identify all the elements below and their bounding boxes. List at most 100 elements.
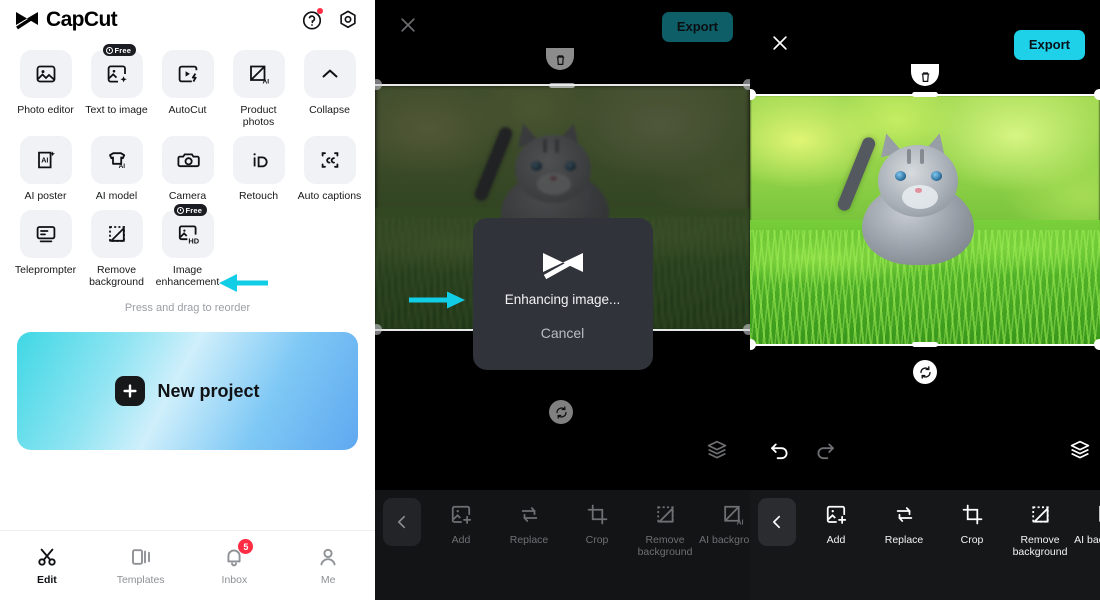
clock-icon bbox=[105, 46, 113, 54]
tool-label: AI poster bbox=[24, 190, 67, 202]
retouch-icon bbox=[253, 153, 268, 168]
arrow-to-image-enhancement bbox=[219, 274, 268, 292]
toolbar-label: Replace bbox=[884, 534, 924, 546]
layers-icon[interactable] bbox=[1068, 438, 1094, 464]
nav-item-templates[interactable]: Templates bbox=[94, 531, 188, 600]
person-icon bbox=[320, 548, 336, 566]
templates-icon bbox=[131, 549, 150, 565]
toolbar-label: Add bbox=[826, 534, 846, 546]
toolbar-items: Add Replace Crop bbox=[802, 498, 1100, 558]
editor-toolbar: Add Replace Crop bbox=[750, 490, 1100, 600]
nav-label: Me bbox=[320, 574, 336, 586]
tool-ai-model[interactable]: AI AI model bbox=[81, 130, 152, 202]
chevron-left-icon[interactable] bbox=[383, 498, 421, 546]
tool-remove-background[interactable]: Remove background bbox=[81, 204, 152, 288]
chevron-left-icon[interactable] bbox=[758, 498, 796, 546]
selection-handle-right-top[interactable] bbox=[1094, 89, 1100, 100]
tool-tile bbox=[90, 50, 143, 98]
layers-icon[interactable] bbox=[705, 438, 731, 464]
selection-handle-right-bottom[interactable] bbox=[1094, 339, 1100, 350]
toolbar-item-replace[interactable]: Replace bbox=[495, 498, 563, 558]
nav-label: Edit bbox=[36, 574, 57, 586]
delete-handle[interactable] bbox=[546, 48, 574, 70]
toolbar-label: Remove background bbox=[1012, 534, 1068, 558]
nav-item-me[interactable]: Me bbox=[281, 531, 375, 600]
enhancing-modal: Enhancing image... Cancel bbox=[472, 218, 653, 370]
nav-item-inbox[interactable]: 5 Inbox bbox=[188, 531, 282, 600]
selection-handle-right-top[interactable] bbox=[743, 79, 750, 90]
nav-item-edit[interactable]: Edit bbox=[0, 531, 94, 600]
tool-tile: HD bbox=[161, 210, 214, 258]
selection-handle-left-bottom[interactable] bbox=[375, 324, 382, 335]
tool-label: Image enhancement bbox=[155, 264, 220, 288]
photo-editor-icon bbox=[36, 65, 55, 83]
delete-handle[interactable] bbox=[911, 64, 939, 86]
export-button[interactable]: Export bbox=[661, 12, 733, 42]
tool-tile bbox=[19, 210, 72, 258]
inbox-badge: 5 bbox=[238, 539, 254, 554]
home-header: CapCut bbox=[0, 0, 375, 40]
tool-text-to-image[interactable]: Free Text to image bbox=[81, 44, 152, 128]
editor-topbar: Export bbox=[750, 0, 1100, 70]
tool-autocut[interactable]: AutoCut bbox=[152, 44, 223, 128]
selection-top-handle[interactable] bbox=[912, 92, 938, 97]
autocut-icon bbox=[178, 65, 197, 83]
toolbar-label: Add bbox=[451, 534, 471, 546]
rotate-handle[interactable] bbox=[549, 400, 573, 424]
tool-label: Remove background bbox=[89, 264, 144, 288]
toolbar-item-add[interactable]: Add bbox=[427, 498, 495, 558]
tool-label: Product photos bbox=[240, 104, 277, 128]
toolbar-item-ai-background[interactable]: AI AI background bbox=[1074, 498, 1100, 558]
selection-handle-left-bottom[interactable] bbox=[750, 339, 756, 350]
svg-text:AI: AI bbox=[118, 163, 125, 170]
redo-icon[interactable] bbox=[813, 438, 839, 464]
tool-auto-captions[interactable]: Auto captions bbox=[294, 130, 365, 202]
tool-camera[interactable]: Camera bbox=[152, 130, 223, 202]
tool-photo-editor[interactable]: Photo editor bbox=[10, 44, 81, 128]
free-badge-label: Free bbox=[185, 205, 203, 215]
tool-ai-poster[interactable]: AI AI poster bbox=[10, 130, 81, 202]
modal-cancel-button[interactable]: Cancel bbox=[541, 325, 585, 341]
rotate-handle[interactable] bbox=[913, 360, 937, 384]
image-preview-enhanced[interactable] bbox=[750, 95, 1100, 345]
tool-tile bbox=[232, 136, 285, 184]
home-screen: CapCut Photo editor Free Text to image A… bbox=[0, 0, 375, 600]
toolbar-item-remove-background[interactable]: Remove background bbox=[1006, 498, 1074, 558]
selection-handle-right-bottom[interactable] bbox=[743, 324, 750, 335]
close-icon[interactable] bbox=[769, 32, 791, 54]
toolbar-item-ai-background[interactable]: AI AI background bbox=[699, 498, 750, 558]
tool-teleprompter[interactable]: Teleprompter bbox=[10, 204, 81, 288]
capcut-logo: CapCut bbox=[14, 8, 118, 32]
export-button[interactable]: Export bbox=[1013, 30, 1085, 60]
capcut-logo-text: CapCut bbox=[46, 8, 118, 31]
selection-bottom-handle[interactable] bbox=[912, 342, 938, 347]
tool-tile bbox=[19, 50, 72, 98]
tool-label: AutoCut bbox=[168, 104, 207, 116]
tool-image-enhancement[interactable]: Free HD Image enhancement bbox=[152, 204, 223, 288]
svg-text:AI: AI bbox=[736, 519, 743, 526]
toolbar-item-add[interactable]: Add bbox=[802, 498, 870, 558]
tool-collapse[interactable]: Collapse bbox=[294, 44, 365, 128]
tool-tile: AI bbox=[90, 136, 143, 184]
selection-top-handle[interactable] bbox=[549, 83, 575, 88]
toolbar-item-crop[interactable]: Crop bbox=[938, 498, 1006, 558]
toolbar-label: AI background bbox=[699, 534, 750, 546]
tool-tile: AI bbox=[19, 136, 72, 184]
toolbar-item-replace[interactable]: Replace bbox=[870, 498, 938, 558]
tool-label: Camera bbox=[168, 190, 207, 202]
help-circle-icon[interactable] bbox=[299, 7, 325, 33]
kitten-photo bbox=[750, 95, 1100, 345]
new-project-button[interactable]: New project bbox=[17, 332, 358, 450]
ai-model-icon: AI bbox=[108, 152, 125, 170]
settings-hexagon-icon[interactable] bbox=[335, 7, 361, 33]
toolbar-item-crop[interactable]: Crop bbox=[563, 498, 631, 558]
tool-tile bbox=[303, 136, 356, 184]
toolbar-item-remove-background[interactable]: Remove background bbox=[631, 498, 699, 558]
close-icon[interactable] bbox=[397, 14, 419, 36]
editor-toolbar: Add Replace Crop bbox=[375, 490, 750, 600]
tool-product-photos[interactable]: AI Product photos bbox=[223, 44, 294, 128]
undo-icon[interactable] bbox=[768, 438, 794, 464]
camera-icon bbox=[177, 153, 200, 168]
free-badge: Free bbox=[102, 44, 137, 56]
tool-retouch[interactable]: Retouch bbox=[223, 130, 294, 202]
